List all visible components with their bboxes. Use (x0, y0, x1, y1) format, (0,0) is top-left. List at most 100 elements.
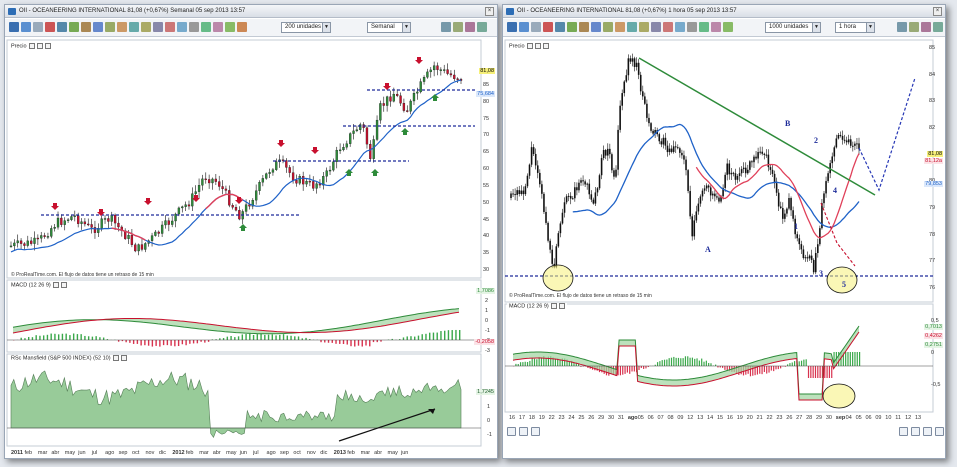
right-chart-window[interactable]: OII - OCEANEERING INTERNATIONAL 81,08 (+… (502, 4, 946, 459)
print-icon[interactable] (711, 22, 721, 32)
x-tick-label: 09 (677, 415, 684, 421)
candle-body (808, 255, 811, 259)
left-units-select[interactable]: 200 unidades ▼ (281, 22, 331, 33)
home-icon[interactable] (507, 427, 516, 436)
candle-body (207, 179, 211, 184)
right-window-titlebar[interactable]: OII - OCEANEERING INTERNATIONAL 81,08 (+… (503, 5, 945, 18)
crosshair-icon[interactable] (33, 22, 43, 32)
fibonacci-icon[interactable] (579, 22, 589, 32)
candle-body (33, 237, 36, 244)
left-window-titlebar[interactable]: OII - OCEANEERING INTERNATIONAL 81,08 (+… (5, 5, 497, 18)
crosshair-icon[interactable] (531, 22, 541, 32)
draw-line-icon[interactable] (45, 22, 55, 32)
left-chart-area[interactable] (5, 38, 499, 458)
right-units-select[interactable]: 1000 unidades ▼ (765, 22, 821, 33)
candle-body (777, 192, 780, 207)
screenshot-icon[interactable] (201, 22, 211, 32)
detach-icon[interactable] (933, 22, 943, 32)
candle-body (516, 190, 518, 195)
right-ma-value-1: 81,12a (924, 158, 943, 164)
macd-bar (147, 340, 150, 346)
add-indicator-icon[interactable] (909, 22, 919, 32)
left-macd-value-1: 1,7086 (476, 288, 495, 294)
alert-icon[interactable] (663, 22, 673, 32)
horizontal-line-icon[interactable] (555, 22, 565, 32)
zoom-icon[interactable] (639, 22, 649, 32)
menu-icon[interactable] (9, 22, 19, 32)
candle-body (751, 161, 753, 163)
refresh-icon[interactable] (519, 427, 528, 436)
arrow-icon[interactable] (627, 22, 637, 32)
candle-body (646, 103, 648, 118)
candle-body (432, 65, 436, 71)
close-icon[interactable]: × (933, 7, 942, 16)
zoom-reset-icon[interactable] (935, 427, 944, 436)
indicator-icon[interactable] (651, 22, 661, 32)
screenshot-icon[interactable] (699, 22, 709, 32)
left-chart-window[interactable]: OII - OCEANEERING INTERNATIONAL 81,08 (+… (4, 4, 498, 459)
right-statusbar (507, 427, 947, 437)
channel-icon[interactable] (567, 22, 577, 32)
export-icon[interactable] (723, 22, 733, 32)
candle-body (648, 117, 650, 124)
scroll-left-icon[interactable] (531, 427, 540, 436)
candle-body (689, 191, 691, 217)
channel-icon[interactable] (69, 22, 79, 32)
order-icon[interactable] (675, 22, 685, 32)
left-period-select[interactable]: Semanal ▼ (367, 22, 411, 33)
zoom-icon[interactable] (141, 22, 151, 32)
close-icon[interactable]: × (485, 7, 494, 16)
layout-icon[interactable] (441, 22, 451, 32)
fibonacci-icon[interactable] (81, 22, 91, 32)
candle-body (295, 180, 298, 184)
arrow-icon[interactable] (129, 22, 139, 32)
horizontal-line-icon[interactable] (57, 22, 67, 32)
macd-bar (174, 340, 176, 347)
add-indicator-icon[interactable] (453, 22, 463, 32)
ellipse-icon[interactable] (615, 22, 625, 32)
macd-bar (710, 363, 712, 366)
left-toolbar: 200 unidades ▼ Semanal ▼ (5, 19, 497, 37)
candle-body (796, 234, 799, 239)
x-tick-label: 11 (895, 415, 901, 421)
settings-icon[interactable] (189, 22, 199, 32)
text-tool-icon[interactable] (591, 22, 601, 32)
ellipse-icon[interactable] (117, 22, 127, 32)
candle-body (244, 204, 248, 212)
right-period-select[interactable]: 1 hora ▼ (835, 22, 875, 33)
candle-body (559, 223, 562, 234)
candle-body (231, 205, 234, 208)
rectangle-icon[interactable] (105, 22, 115, 32)
layout-icon[interactable] (897, 22, 907, 32)
candle-body (786, 208, 788, 214)
alert-icon[interactable] (165, 22, 175, 32)
zoom-fit-icon[interactable] (899, 427, 908, 436)
indicator-icon[interactable] (153, 22, 163, 32)
candle-body (275, 161, 278, 170)
macd-bar (256, 334, 259, 340)
x-tick-label: sep (835, 415, 846, 421)
candle-body (29, 240, 33, 244)
detach-icon[interactable] (477, 22, 487, 32)
draw-line-icon[interactable] (543, 22, 553, 32)
link-icon[interactable] (237, 22, 247, 32)
zoom-out-icon[interactable] (923, 427, 932, 436)
template-icon[interactable] (921, 22, 931, 32)
x-tick-label: sep (118, 450, 128, 456)
cursor-icon[interactable] (21, 22, 31, 32)
print-icon[interactable] (213, 22, 223, 32)
wave-label-4: 4 (833, 186, 837, 195)
macd-bar (144, 340, 146, 346)
cursor-icon[interactable] (519, 22, 529, 32)
rectangle-icon[interactable] (603, 22, 613, 32)
candle (598, 173, 601, 191)
x-tick-label: 18 (528, 415, 535, 421)
settings-icon[interactable] (687, 22, 697, 32)
menu-icon[interactable] (507, 22, 517, 32)
text-tool-icon[interactable] (93, 22, 103, 32)
template-icon[interactable] (465, 22, 475, 32)
order-icon[interactable] (177, 22, 187, 32)
export-icon[interactable] (225, 22, 235, 32)
right-chart-area[interactable] (503, 38, 947, 458)
zoom-in-icon[interactable] (911, 427, 920, 436)
